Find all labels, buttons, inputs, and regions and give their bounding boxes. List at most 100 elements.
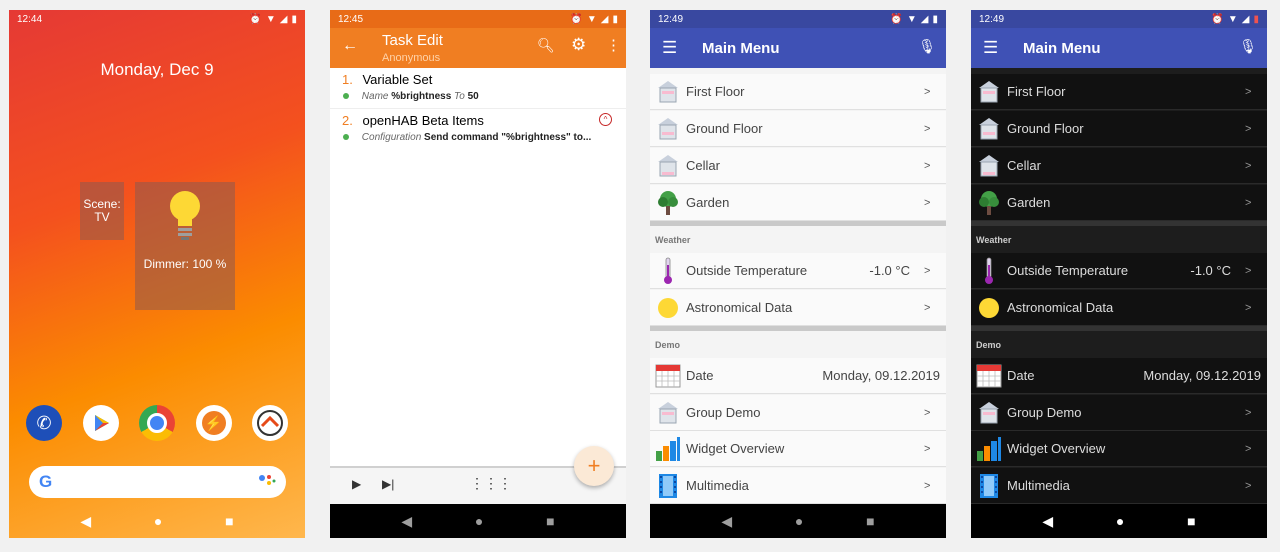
chevron-right-icon: >	[924, 159, 931, 172]
sitemap-item-widget-overview[interactable]: Widget Overview >	[650, 431, 946, 467]
status-dot	[343, 93, 349, 99]
back-icon[interactable]: ◀	[721, 513, 732, 530]
sitemap-item-multimedia[interactable]: Multimedia >	[971, 468, 1267, 504]
sitemap-item-first-floor[interactable]: First Floor >	[650, 74, 946, 110]
microphone-icon[interactable]: 🎙︎	[918, 38, 936, 55]
home-icon[interactable]: ●	[475, 513, 483, 529]
chevron-right-icon: >	[924, 406, 931, 419]
dimmer-widget[interactable]: Dimmer: 100 %	[135, 182, 235, 310]
sitemap-item-outside-temperature[interactable]: Outside Temperature -1.0 °C >	[650, 253, 946, 289]
calendar-icon	[655, 363, 681, 389]
param-value: Send command "%brightness" to...	[424, 132, 592, 143]
sitemap-item-ground-floor[interactable]: Ground Floor >	[650, 111, 946, 147]
alarm-icon: ⏰	[1211, 13, 1224, 25]
sitemap-item-multimedia[interactable]: Multimedia >	[650, 468, 946, 504]
recents-icon[interactable]: ■	[225, 513, 233, 529]
battery-icon: ▮	[291, 13, 297, 25]
sitemap-item-astronomical-data[interactable]: Astronomical Data >	[971, 290, 1267, 326]
back-icon[interactable]: ◀	[80, 513, 91, 530]
sitemap-item-date[interactable]: Date Monday, 09.12.2019	[650, 358, 946, 394]
chevron-right-icon: >	[924, 196, 931, 209]
task-action-2[interactable]: 2. openHAB Beta Items ^ Configuration Se…	[330, 113, 626, 149]
page-title: Main Menu	[1023, 40, 1101, 57]
param-key: To	[454, 91, 465, 102]
sitemap-item-garden[interactable]: Garden >	[971, 185, 1267, 221]
tree-icon	[976, 190, 1002, 216]
back-icon[interactable]: ◀	[1042, 513, 1053, 530]
sitemap-item-ground-floor[interactable]: Ground Floor >	[971, 111, 1267, 147]
house-icon	[976, 79, 1002, 105]
sitemap-item-outside-temperature[interactable]: Outside Temperature -1.0 °C >	[971, 253, 1267, 289]
calendar-icon	[976, 363, 1002, 389]
phone-icon[interactable]: ✆	[26, 405, 62, 441]
recents-icon[interactable]: ■	[546, 513, 554, 529]
nav-bar: ◀ ● ■	[650, 504, 946, 538]
back-arrow-icon[interactable]: ←	[342, 37, 358, 55]
assistant-icon[interactable]	[258, 473, 276, 492]
grid-icon[interactable]: ⋮⋮⋮	[470, 475, 512, 492]
item-label: Outside Temperature	[1007, 263, 1129, 278]
google-search-bar[interactable]: G	[29, 466, 286, 498]
status-bar: 12:45 ⏰ ▼ ◢ ▮	[330, 10, 626, 28]
sitemap-item-garden[interactable]: Garden >	[650, 185, 946, 221]
chrome-icon[interactable]	[139, 405, 175, 441]
lightbulb-icon	[170, 191, 200, 240]
chevron-right-icon: >	[924, 479, 931, 492]
page-title: Task Edit	[382, 32, 443, 49]
status-dot	[343, 134, 349, 140]
gear-icon[interactable]: ⚙	[571, 35, 586, 55]
play-store-icon[interactable]	[82, 405, 119, 441]
scene-widget[interactable]: Scene: TV	[80, 182, 124, 240]
app-dock: ✆ ⚡	[26, 405, 288, 441]
chevron-right-icon: >	[1245, 442, 1252, 455]
item-label: Multimedia	[686, 478, 749, 493]
hamburger-menu-icon[interactable]: ☰	[983, 38, 998, 58]
microphone-icon[interactable]: 🎙︎	[1239, 38, 1257, 55]
item-label: Widget Overview	[686, 441, 785, 456]
param-value: %brightness	[391, 91, 452, 102]
film-icon	[976, 473, 1002, 499]
sitemap-item-first-floor[interactable]: First Floor >	[971, 74, 1267, 110]
collapse-icon[interactable]: ^	[599, 113, 612, 126]
task-edit-app-bar: ← Task Edit Anonymous 🔍︎ ⚙ ⋮	[330, 28, 626, 68]
overflow-menu-icon[interactable]: ⋮	[606, 36, 621, 54]
item-label: Cellar	[686, 158, 720, 173]
home-icon[interactable]: ●	[1116, 513, 1124, 529]
sitemap-item-group-demo[interactable]: Group Demo >	[650, 395, 946, 431]
sitemap-item-cellar[interactable]: Cellar >	[650, 148, 946, 184]
home-icon[interactable]: ●	[154, 513, 162, 529]
wifi-icon: ▼	[265, 13, 276, 25]
item-value: -1.0 °C	[869, 263, 910, 278]
chevron-right-icon: >	[1245, 85, 1252, 98]
recents-icon[interactable]: ■	[1187, 513, 1195, 529]
home-icon[interactable]: ●	[795, 513, 803, 529]
back-icon[interactable]: ◀	[401, 513, 412, 530]
hamburger-menu-icon[interactable]: ☰	[662, 38, 677, 58]
sitemap-item-date[interactable]: Date Monday, 09.12.2019	[971, 358, 1267, 394]
openhab-icon[interactable]	[252, 405, 288, 441]
tasker-icon[interactable]: ⚡	[195, 405, 232, 441]
home-screen-phone: 12:44 ⏰ ▼ ◢ ▮ Monday, Dec 9 Scene: TV Dimme…	[9, 10, 305, 538]
alarm-icon: ⏰	[249, 13, 262, 25]
house-icon	[655, 116, 681, 142]
item-label: Ground Floor	[686, 121, 763, 136]
search-icon[interactable]: 🔍︎	[537, 37, 555, 54]
sitemap-item-widget-overview[interactable]: Widget Overview >	[971, 431, 1267, 467]
main-menu-app-bar: ☰ Main Menu 🎙︎	[971, 28, 1267, 68]
status-time: 12:49	[658, 13, 684, 25]
sitemap-item-cellar[interactable]: Cellar >	[971, 148, 1267, 184]
task-action-1[interactable]: 1. Variable Set Name %brightness To 50	[330, 72, 626, 109]
wifi-icon: ▼	[906, 13, 917, 25]
play-icon[interactable]: ▶	[352, 477, 361, 491]
add-action-button[interactable]: +	[574, 446, 614, 486]
house-icon	[655, 79, 681, 105]
step-icon[interactable]: ▶|	[382, 477, 394, 491]
thermometer-icon	[655, 257, 681, 284]
sitemap-item-group-demo[interactable]: Group Demo >	[971, 395, 1267, 431]
signal-icon: ◢	[600, 13, 609, 25]
param-value: 50	[467, 91, 479, 102]
sitemap-item-astronomical-data[interactable]: Astronomical Data >	[650, 290, 946, 326]
recents-icon[interactable]: ■	[866, 513, 874, 529]
sun-icon	[655, 295, 681, 321]
item-value: Monday, 09.12.2019	[1143, 368, 1261, 383]
